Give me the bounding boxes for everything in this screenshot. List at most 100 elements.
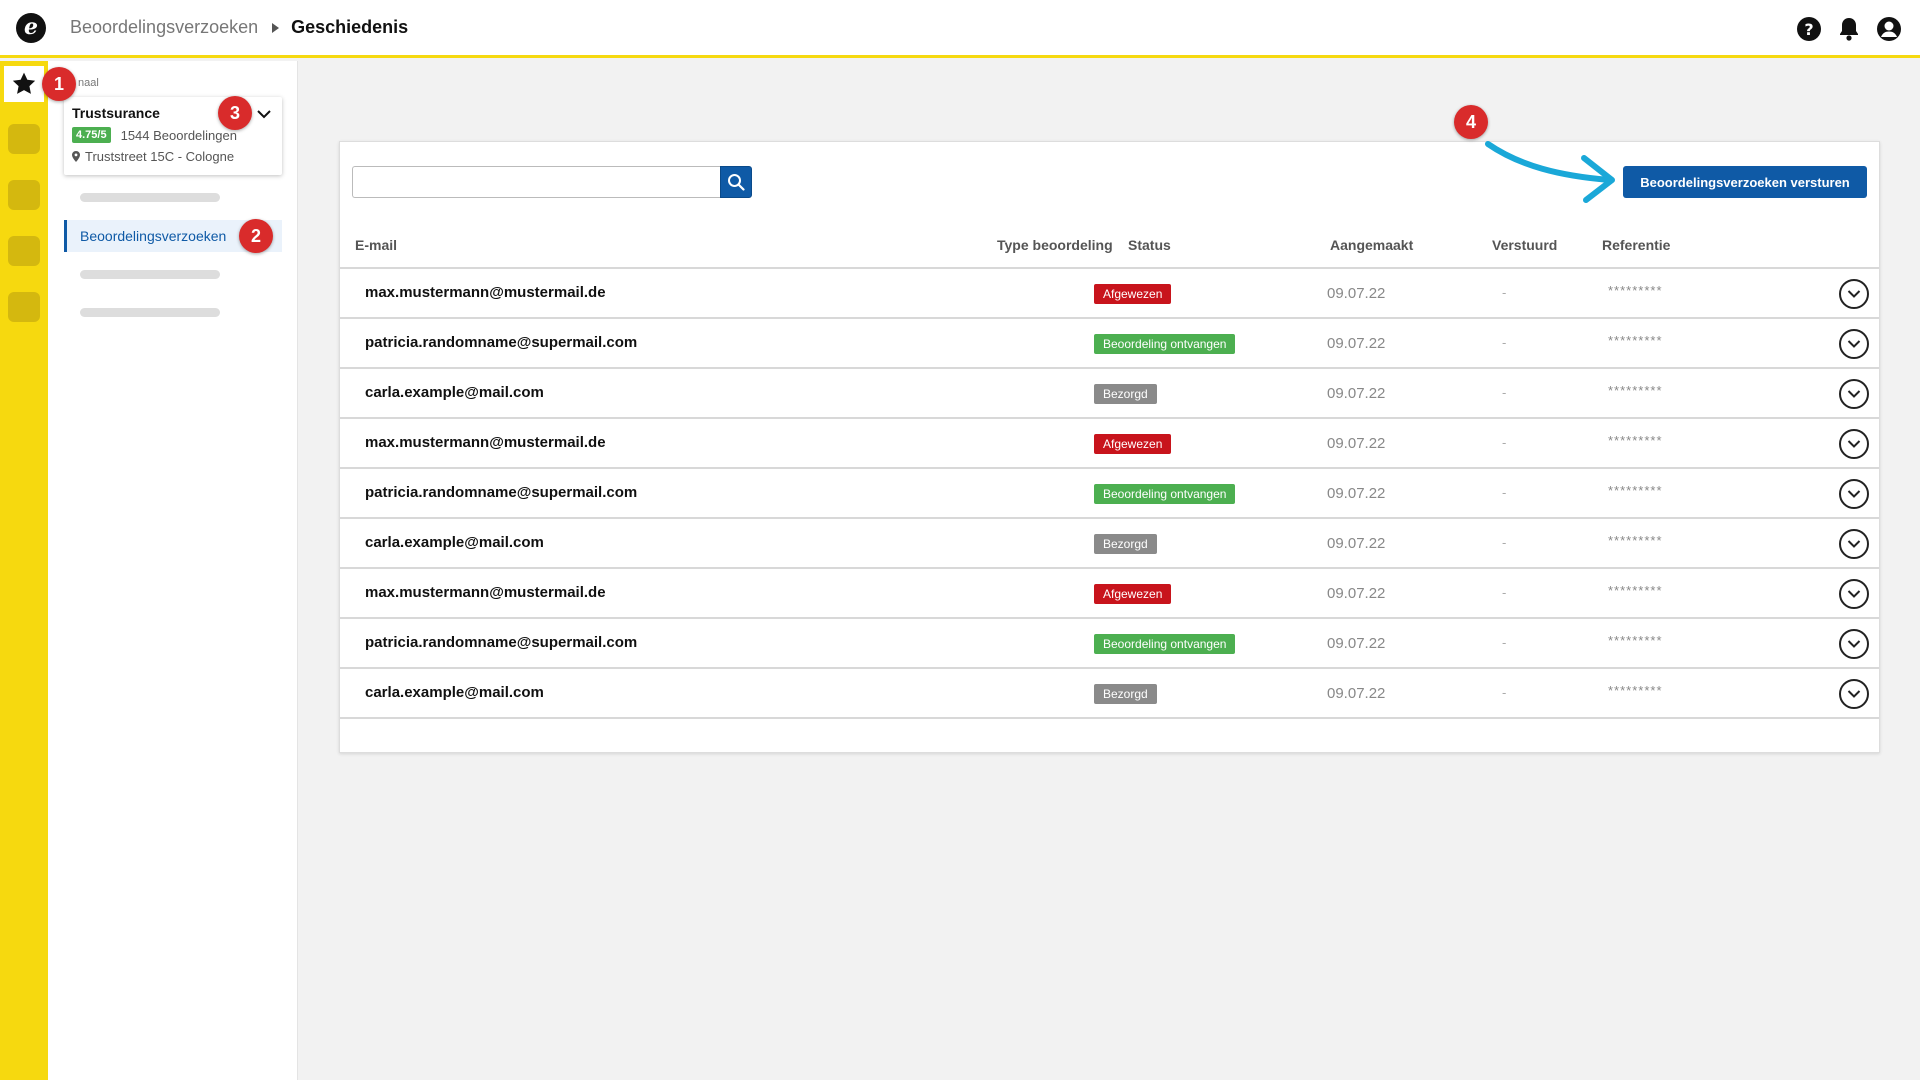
- expand-row-button[interactable]: [1839, 629, 1869, 659]
- table-row[interactable]: carla.example@mail.com Bezorgd 09.07.22 - **…: [340, 369, 1879, 419]
- nav-rail-item[interactable]: [8, 180, 40, 210]
- row-reference: *********: [1608, 683, 1663, 698]
- column-header-status[interactable]: Status: [1128, 237, 1171, 253]
- expand-row-button[interactable]: [1839, 579, 1869, 609]
- search-icon: [728, 174, 745, 191]
- status-badge: Afgewezen: [1094, 434, 1172, 454]
- expand-row-button[interactable]: [1839, 379, 1869, 409]
- table-row[interactable]: carla.example@mail.com Bezorgd 09.07.22 - **…: [340, 519, 1879, 569]
- expand-row-button[interactable]: [1839, 429, 1869, 459]
- column-header-reference[interactable]: Referentie: [1602, 237, 1670, 253]
- chevron-down-icon[interactable]: [256, 107, 272, 125]
- history-card: Beoordelingsverzoeken versturen E-mail T…: [339, 141, 1880, 753]
- nav-rail-item[interactable]: [8, 124, 40, 154]
- expand-row-button[interactable]: [1839, 479, 1869, 509]
- column-header-created[interactable]: Aangemaakt: [1330, 237, 1413, 253]
- table-row[interactable]: max.mustermann@mustermail.de Afgewezen 09.…: [340, 419, 1879, 469]
- row-created-date: 09.07.22: [1327, 585, 1386, 602]
- row-created-date: 09.07.22: [1327, 485, 1386, 502]
- row-created-date: 09.07.22: [1327, 435, 1386, 452]
- status-badge: Beoordeling ontvangen: [1094, 634, 1236, 654]
- chevron-down-icon: [1847, 390, 1861, 398]
- table-row[interactable]: max.mustermann@mustermail.de Afgewezen 09.…: [340, 269, 1879, 319]
- top-bar: e Beoordelingsverzoeken Geschiedenis ?: [0, 0, 1920, 58]
- breadcrumb-parent[interactable]: Beoordelingsverzoeken: [70, 17, 258, 38]
- chevron-down-icon: [1847, 490, 1861, 498]
- annotation-marker-3: 3: [218, 96, 252, 130]
- annotation-marker-4: 4: [1454, 105, 1488, 139]
- row-created-date: 09.07.22: [1327, 335, 1386, 352]
- favorites-star-icon[interactable]: [4, 66, 44, 102]
- sidebar-item-placeholder[interactable]: [80, 308, 220, 317]
- annotation-marker-2: 2: [239, 219, 273, 253]
- table-row[interactable]: patricia.randomname@supermail.com Beoorde…: [340, 319, 1879, 369]
- row-email: carla.example@mail.com: [365, 534, 544, 551]
- row-created-date: 09.07.22: [1327, 385, 1386, 402]
- row-created-date: 09.07.22: [1327, 685, 1386, 702]
- bell-icon[interactable]: [1836, 16, 1862, 42]
- table-row[interactable]: patricia.randomname@supermail.com Beoorde…: [340, 469, 1879, 519]
- rating-badge: 4.75/5: [72, 127, 111, 143]
- company-address: Truststreet 15C - Cologne: [85, 149, 235, 164]
- row-sent: -: [1502, 335, 1507, 350]
- chevron-down-icon: [1847, 690, 1861, 698]
- row-created-date: 09.07.22: [1327, 635, 1386, 652]
- column-header-type[interactable]: Type beoordeling: [997, 237, 1113, 253]
- search-input[interactable]: [352, 166, 720, 198]
- row-email: carla.example@mail.com: [365, 684, 544, 701]
- row-sent: -: [1502, 435, 1507, 450]
- column-header-email[interactable]: E-mail: [355, 237, 397, 253]
- company-name: Trustsurance: [72, 105, 160, 121]
- status-badge: Afgewezen: [1094, 584, 1172, 604]
- send-review-requests-button[interactable]: Beoordelingsverzoeken versturen: [1623, 166, 1867, 198]
- row-sent: -: [1502, 585, 1507, 600]
- status-badge: Bezorgd: [1094, 684, 1157, 704]
- chevron-down-icon: [1847, 590, 1861, 598]
- nav-rail-item[interactable]: [8, 292, 40, 322]
- expand-row-button[interactable]: [1839, 679, 1869, 709]
- table-row[interactable]: max.mustermann@mustermail.de Afgewezen 09.…: [340, 569, 1879, 619]
- help-icon[interactable]: ?: [1796, 16, 1822, 42]
- review-count: 1544 Beoordelingen: [120, 127, 237, 143]
- table-row[interactable]: carla.example@mail.com Bezorgd 09.07.22 - **…: [340, 669, 1879, 719]
- table-row[interactable]: patricia.randomname@supermail.com Beoorde…: [340, 619, 1879, 669]
- breadcrumb: Beoordelingsverzoeken Geschiedenis: [70, 17, 408, 38]
- breadcrumb-current: Geschiedenis: [291, 17, 409, 37]
- table-header: E-mail Type beoordeling Status Aangemaak…: [340, 237, 1879, 261]
- row-sent: -: [1502, 685, 1507, 700]
- search-button[interactable]: [720, 166, 752, 198]
- breadcrumb-arrow-icon: [272, 22, 280, 33]
- row-sent: -: [1502, 285, 1507, 300]
- chevron-down-icon: [1847, 440, 1861, 448]
- expand-row-button[interactable]: [1839, 279, 1869, 309]
- row-sent: -: [1502, 535, 1507, 550]
- row-reference: *********: [1608, 283, 1663, 298]
- annotation-arrow-icon: [1485, 141, 1615, 203]
- nav-rail-item[interactable]: [8, 236, 40, 266]
- row-email: patricia.randomname@supermail.com: [365, 634, 638, 651]
- row-created-date: 09.07.22: [1327, 285, 1386, 302]
- status-badge: Beoordeling ontvangen: [1094, 334, 1236, 354]
- row-email: patricia.randomname@supermail.com: [365, 334, 638, 351]
- column-header-sent[interactable]: Verstuurd: [1492, 237, 1557, 253]
- row-reference: *********: [1608, 333, 1663, 348]
- row-sent: -: [1502, 385, 1507, 400]
- table-body: max.mustermann@mustermail.de Afgewezen 09.…: [340, 267, 1879, 719]
- status-badge: Bezorgd: [1094, 384, 1157, 404]
- app-logo-icon[interactable]: e: [16, 12, 46, 43]
- row-email: carla.example@mail.com: [365, 384, 544, 401]
- row-email: patricia.randomname@supermail.com: [365, 484, 638, 501]
- sidebar-item-placeholder[interactable]: [80, 193, 220, 202]
- location-pin-icon: [72, 151, 80, 162]
- row-reference: *********: [1608, 583, 1663, 598]
- search-bar: [352, 166, 752, 198]
- status-badge: Bezorgd: [1094, 534, 1157, 554]
- row-email: max.mustermann@mustermail.de: [365, 434, 606, 451]
- status-badge: Afgewezen: [1094, 284, 1172, 304]
- sidebar-item-placeholder[interactable]: [80, 270, 220, 279]
- row-reference: *********: [1608, 433, 1663, 448]
- expand-row-button[interactable]: [1839, 329, 1869, 359]
- expand-row-button[interactable]: [1839, 529, 1869, 559]
- user-icon[interactable]: [1876, 16, 1902, 42]
- row-email: max.mustermann@mustermail.de: [365, 284, 606, 301]
